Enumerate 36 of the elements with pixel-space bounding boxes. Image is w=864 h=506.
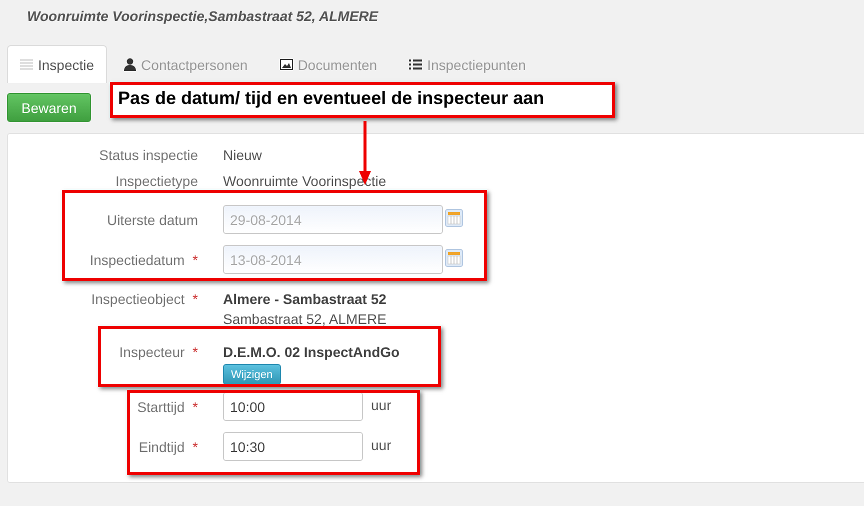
list-icon [409, 59, 422, 70]
image-icon [280, 59, 293, 70]
tab[interactable]: Inspectiepunten [394, 45, 541, 83]
user-icon [124, 58, 136, 71]
unit-label: uur [371, 397, 392, 413]
field-label: Starttijd [137, 399, 185, 415]
field-label: Inspecteur [119, 344, 185, 360]
field-label: Status inspectie [99, 147, 198, 163]
field-label: Inspectiedatum [90, 252, 185, 268]
required-mark: * [192, 399, 198, 415]
tab[interactable]: Contactpersonen [109, 45, 263, 83]
object-name: Almere - Sambastraat 52 [223, 291, 386, 307]
lines-icon [20, 59, 33, 70]
field-value: Nieuw [223, 147, 262, 163]
time-field[interactable]: 10:30 [223, 432, 363, 461]
field-label: Eindtijd [138, 439, 185, 455]
required-mark: * [192, 344, 198, 360]
date-field[interactable]: 29-08-2014 [223, 205, 443, 234]
required-mark: * [192, 439, 198, 455]
time-field[interactable]: 10:00 [223, 392, 363, 421]
field-label: Inspectietype [116, 173, 198, 189]
calendar-icon[interactable] [445, 249, 463, 267]
calendar-icon[interactable] [445, 209, 463, 227]
required-mark: * [192, 291, 198, 307]
tab[interactable]: Inspectie [7, 45, 108, 83]
page-title: Woonruimte Voorinspectie,Sambastraat 52, ALMERE [26, 7, 380, 26]
inspector-name: D.E.M.O. 02 InspectAndGo [223, 344, 400, 360]
field-label: Uiterste datum [106, 212, 198, 228]
change-button[interactable]: Wijzigen [223, 364, 281, 385]
annotation-callout: Pas de datum/ tijd en eventueel de inspecteur aan [110, 82, 615, 118]
unit-label: uur [371, 437, 392, 453]
required-mark: * [192, 252, 198, 268]
field-label: Inspectieobject [91, 291, 185, 307]
object-address: Sambastraat 52, ALMERE [223, 311, 386, 327]
date-field[interactable]: 13-08-2014 [223, 245, 443, 274]
save-button[interactable]: Bewaren [7, 93, 91, 122]
